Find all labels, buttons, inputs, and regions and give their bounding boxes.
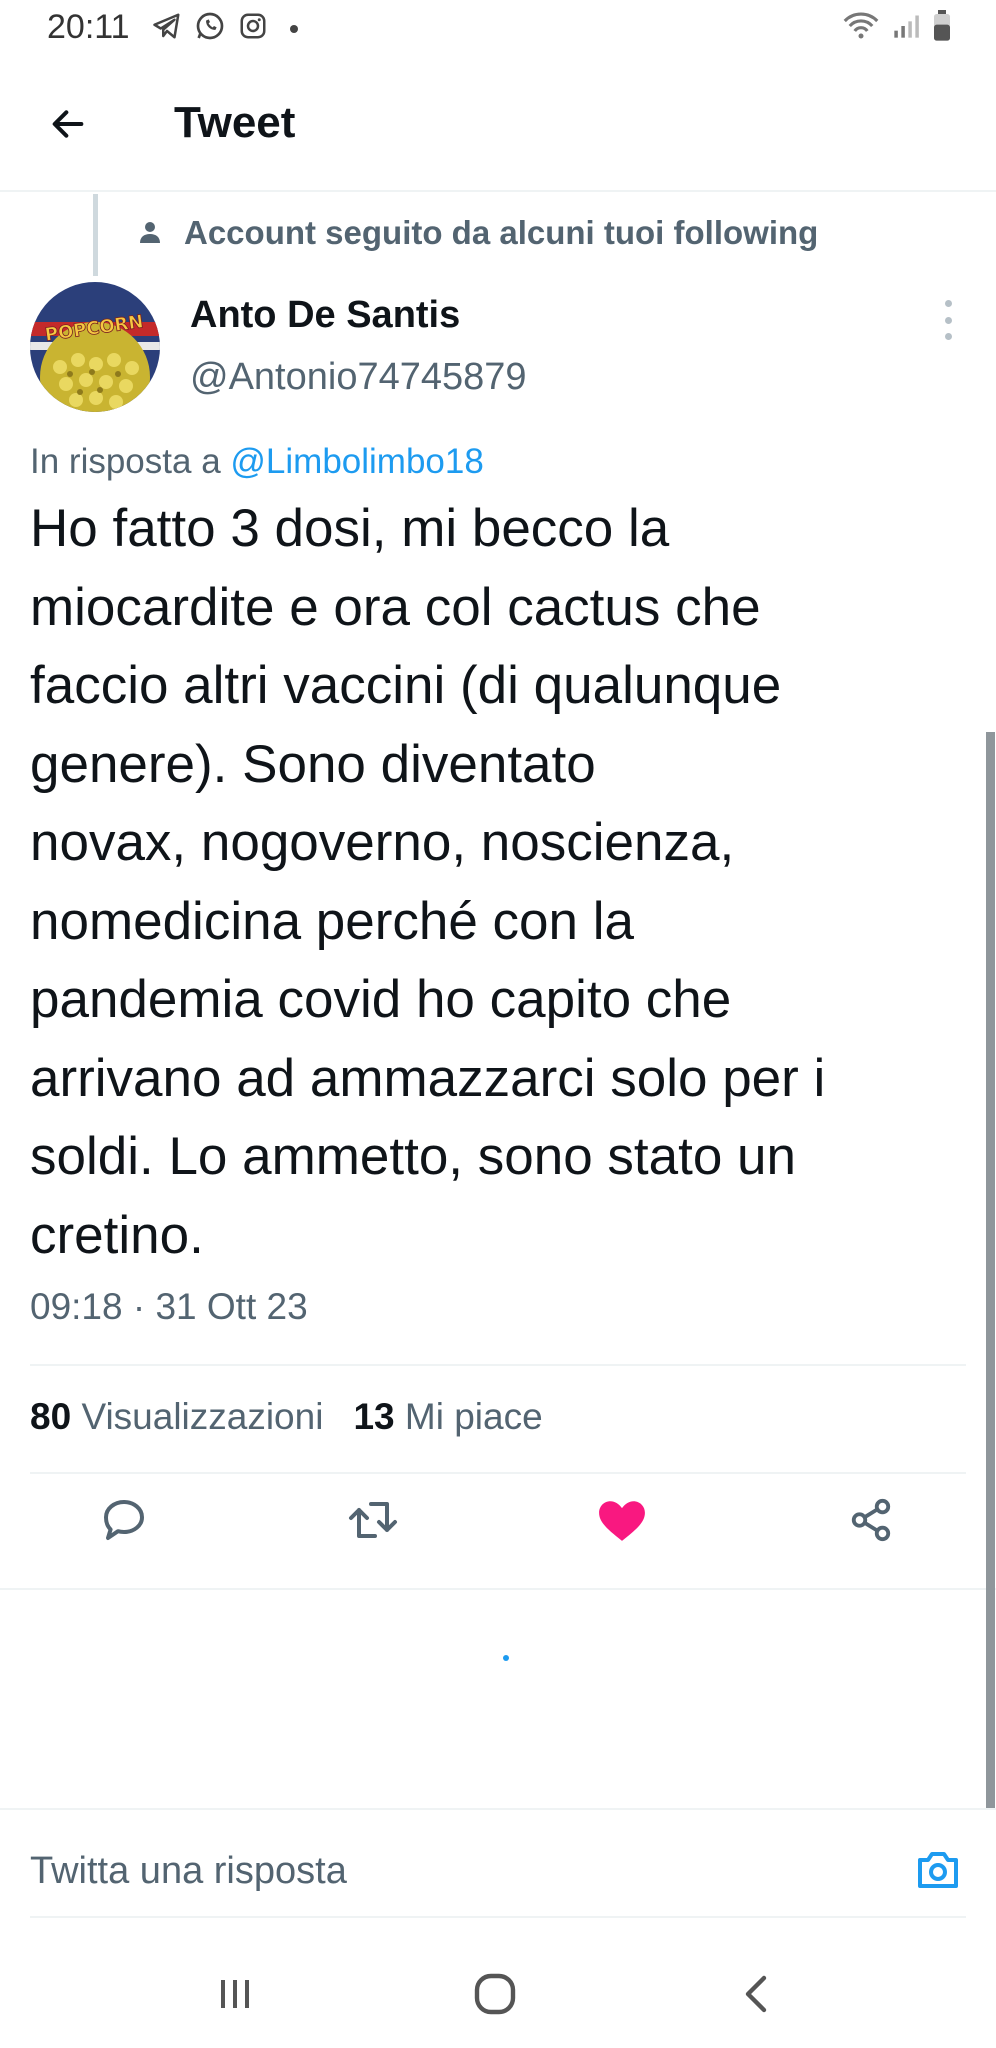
author-handle[interactable]: @Antonio74745879 <box>190 356 527 399</box>
more-options-button[interactable] <box>930 300 966 340</box>
tweet-text: Ho fatto 3 dosi, mi becco la miocardite … <box>30 499 826 1265</box>
retweet-button[interactable] <box>343 1490 403 1550</box>
reply-button[interactable] <box>94 1490 154 1550</box>
telegram-icon <box>152 11 182 46</box>
heart-filled-icon <box>599 1501 645 1541</box>
recent-apps-icon <box>221 1980 249 2008</box>
divider <box>30 1472 966 1474</box>
tweet-actions <box>0 1490 996 1570</box>
more-dot-icon <box>944 333 952 340</box>
system-back-button[interactable] <box>725 1964 785 2024</box>
reply-mention-link[interactable]: @Limbolimbo18 <box>230 442 483 481</box>
camera-button[interactable] <box>910 1842 966 1898</box>
avatar[interactable]: POPCORN <box>30 282 160 412</box>
instagram-icon <box>238 11 268 46</box>
scrollbar[interactable] <box>986 732 995 1810</box>
system-navigation-bar <box>0 1920 996 2048</box>
divider <box>30 1364 966 1366</box>
home-button[interactable] <box>465 1964 525 2024</box>
divider <box>0 1588 996 1590</box>
divider <box>0 1808 996 1810</box>
battery-icon <box>932 10 952 47</box>
thread-connector-line <box>93 194 98 276</box>
reply-prefix: In risposta a <box>30 442 231 481</box>
likes-stat[interactable]: 13 Mi piace <box>353 1396 542 1438</box>
system-icons <box>842 10 952 47</box>
tweet-timestamp[interactable]: 09:18 · 31 Ott 23 <box>30 1286 308 1328</box>
share-button[interactable] <box>841 1490 901 1550</box>
divider <box>30 1916 966 1918</box>
back-button[interactable] <box>40 96 96 152</box>
views-count: 80 <box>30 1396 72 1437</box>
signal-icon <box>892 11 920 46</box>
recent-apps-button[interactable] <box>205 1964 265 2024</box>
arrow-left-icon <box>52 110 84 138</box>
more-dot-icon <box>944 316 952 324</box>
social-context: Account seguito da alcuni tuoi following <box>138 214 818 252</box>
popcorn-avatar-image: POPCORN <box>30 282 160 412</box>
page-title: Tweet <box>174 98 296 147</box>
share-icon <box>851 1498 891 1542</box>
wifi-icon <box>842 11 880 46</box>
more-notifications-dot <box>290 24 298 33</box>
like-button[interactable] <box>592 1490 652 1550</box>
views-stat[interactable]: 80 Visualizzazioni <box>30 1396 323 1438</box>
person-icon <box>140 222 160 243</box>
home-icon <box>474 1973 516 2015</box>
social-context-label: Account seguito da alcuni tuoi following <box>184 214 819 251</box>
retweet-icon <box>349 1502 397 1538</box>
camera-icon <box>918 1852 958 1888</box>
loading-indicator <box>503 1655 509 1661</box>
top-app-bar: Tweet <box>0 60 996 192</box>
reply-to-line: In risposta a @Limbolimbo18 <box>30 442 484 482</box>
reply-input[interactable]: Twitta una risposta <box>30 1850 347 1893</box>
whatsapp-icon <box>194 10 226 47</box>
likes-count: 13 <box>353 1396 395 1437</box>
likes-label: Mi piace <box>404 1396 543 1437</box>
notification-icons <box>152 10 298 47</box>
chevron-left-icon <box>745 1975 767 2013</box>
tweet-stats: 80 Visualizzazioni 13 Mi piace <box>30 1396 543 1438</box>
comment-icon <box>104 1500 144 1540</box>
author-name[interactable]: Anto De Santis <box>190 294 460 337</box>
status-time: 20:11 <box>47 8 130 46</box>
more-dot-icon <box>944 300 952 307</box>
views-label: Visualizzazioni <box>81 1396 324 1437</box>
status-bar: 20:11 <box>0 0 996 58</box>
